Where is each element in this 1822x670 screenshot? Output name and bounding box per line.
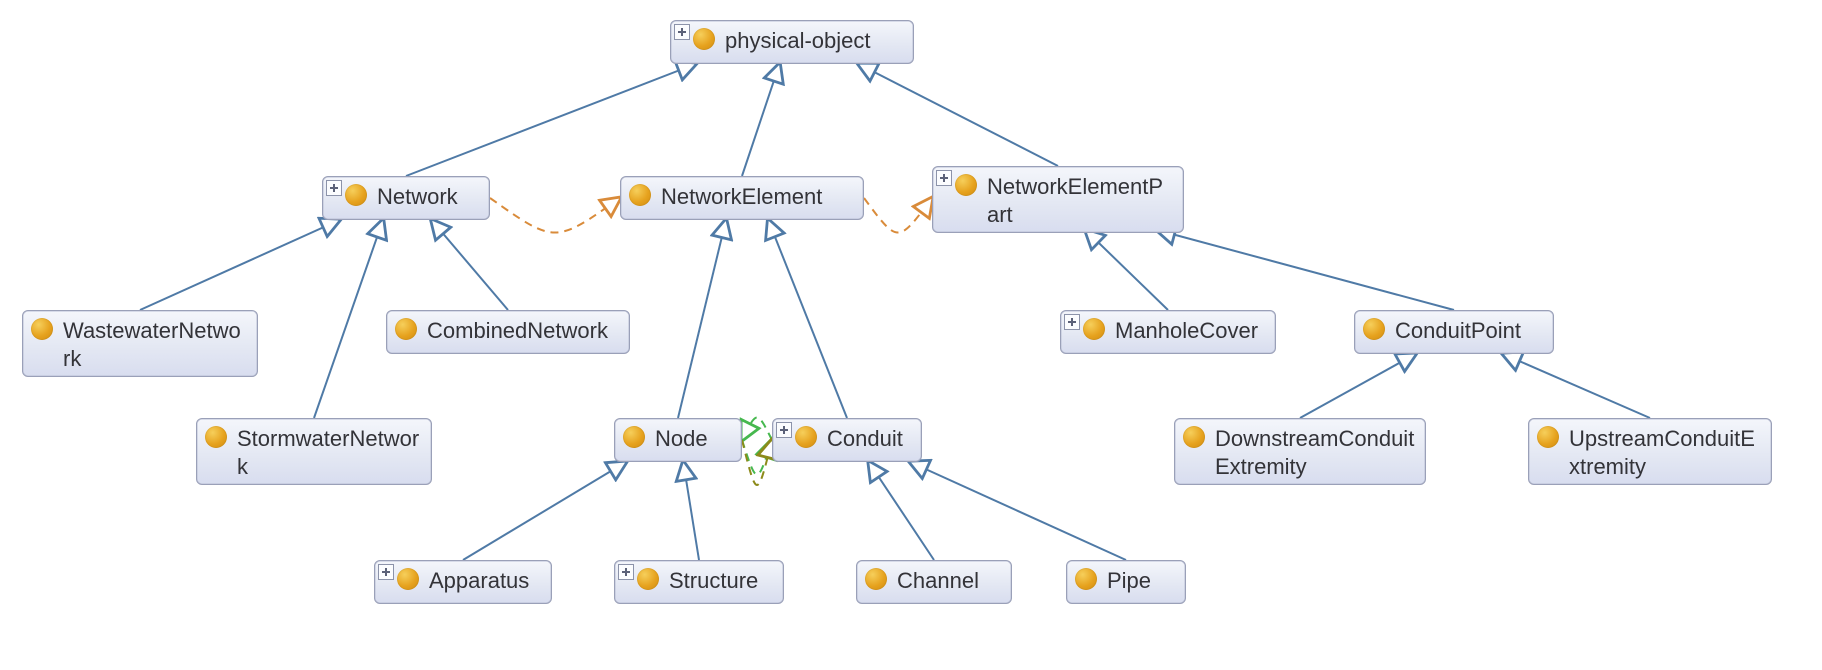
class-dot-icon — [637, 568, 659, 590]
class-dot-icon — [1075, 568, 1097, 590]
class-label: ManholeCover — [1115, 315, 1265, 345]
class-node-conduit-point[interactable]: ConduitPoint — [1354, 310, 1554, 354]
class-label: Conduit — [827, 423, 911, 453]
subclass-edge — [1086, 230, 1169, 310]
class-node-conduit[interactable]: Conduit — [772, 418, 922, 462]
class-label: Channel — [897, 565, 1001, 595]
plus-icon — [940, 174, 948, 182]
class-label: CombinedNetwork — [427, 315, 619, 345]
expand-badge[interactable] — [674, 24, 690, 40]
subclass-edge — [1157, 230, 1454, 310]
plus-icon — [622, 568, 630, 576]
class-node-stormwater-network[interactable]: StormwaterNetwork — [196, 418, 432, 485]
plus-icon — [382, 568, 390, 576]
class-dot-icon — [345, 184, 367, 206]
class-label: StormwaterNetwork — [237, 423, 421, 480]
relation-edge — [742, 440, 772, 485]
class-label: Node — [655, 423, 731, 453]
plus-icon — [330, 184, 338, 192]
subclass-edge — [910, 462, 1126, 560]
expand-badge[interactable] — [1064, 314, 1080, 330]
subclass-edge — [859, 64, 1059, 166]
class-dot-icon — [623, 426, 645, 448]
class-dot-icon — [693, 28, 715, 50]
subclass-edge — [768, 220, 847, 418]
class-label: physical-object — [725, 25, 903, 55]
subclass-edge — [869, 462, 934, 560]
class-node-structure[interactable]: Structure — [614, 560, 784, 604]
relation-edge — [742, 440, 772, 475]
class-dot-icon — [395, 318, 417, 340]
expand-badge[interactable] — [326, 180, 342, 196]
class-node-wastewater-network[interactable]: WastewaterNetwork — [22, 310, 258, 377]
class-dot-icon — [795, 426, 817, 448]
expand-badge[interactable] — [378, 564, 394, 580]
class-node-channel[interactable]: Channel — [856, 560, 1012, 604]
class-dot-icon — [1537, 426, 1559, 448]
subclass-edge — [678, 220, 726, 418]
subclass-edge — [432, 220, 509, 310]
diagram-canvas: physical-object Network NetworkElement Netw… — [0, 0, 1822, 670]
class-label: Apparatus — [429, 565, 541, 595]
class-node-physical-object[interactable]: physical-object — [670, 20, 914, 64]
class-node-manhole-cover[interactable]: ManholeCover — [1060, 310, 1276, 354]
relation-edge — [742, 418, 772, 441]
class-dot-icon — [1363, 318, 1385, 340]
class-node-combined-network[interactable]: CombinedNetwork — [386, 310, 630, 354]
class-dot-icon — [629, 184, 651, 206]
plus-icon — [678, 28, 686, 36]
class-node-pipe[interactable]: Pipe — [1066, 560, 1186, 604]
class-label: DownstreamConduitExtremity — [1215, 423, 1415, 480]
class-label: WastewaterNetwork — [63, 315, 247, 372]
class-label: Network — [377, 181, 479, 211]
class-node-network-element[interactable]: NetworkElement — [620, 176, 864, 220]
subclass-edge — [406, 64, 696, 176]
class-node-network-element-part[interactable]: NetworkElementPart — [932, 166, 1184, 233]
class-dot-icon — [397, 568, 419, 590]
class-node-node[interactable]: Node — [614, 418, 742, 462]
class-node-downstream-conduit-extremity[interactable]: DownstreamConduitExtremity — [1174, 418, 1426, 485]
expand-badge[interactable] — [776, 422, 792, 438]
subclass-edge — [1503, 354, 1650, 418]
relation-edge — [864, 198, 932, 233]
plus-icon — [780, 426, 788, 434]
subclass-edge — [742, 64, 780, 176]
subclass-edge — [683, 462, 699, 560]
plus-icon — [1068, 318, 1076, 326]
subclass-edge — [314, 220, 383, 418]
class-dot-icon — [1183, 426, 1205, 448]
class-node-network[interactable]: Network — [322, 176, 490, 220]
class-label: NetworkElementPart — [987, 171, 1173, 228]
class-label: NetworkElement — [661, 181, 853, 211]
class-dot-icon — [865, 568, 887, 590]
subclass-edge — [1300, 354, 1416, 418]
class-dot-icon — [205, 426, 227, 448]
expand-badge[interactable] — [936, 170, 952, 186]
relation-edge — [490, 198, 620, 233]
class-label: ConduitPoint — [1395, 315, 1543, 345]
class-node-apparatus[interactable]: Apparatus — [374, 560, 552, 604]
class-dot-icon — [955, 174, 977, 196]
class-dot-icon — [1083, 318, 1105, 340]
class-label: Structure — [669, 565, 773, 595]
class-dot-icon — [31, 318, 53, 340]
class-node-upstream-conduit-extremity[interactable]: UpstreamConduitExtremity — [1528, 418, 1772, 485]
class-label: UpstreamConduitExtremity — [1569, 423, 1761, 480]
class-label: Pipe — [1107, 565, 1175, 595]
subclass-edge — [140, 220, 340, 310]
subclass-edge — [463, 462, 626, 560]
expand-badge[interactable] — [618, 564, 634, 580]
